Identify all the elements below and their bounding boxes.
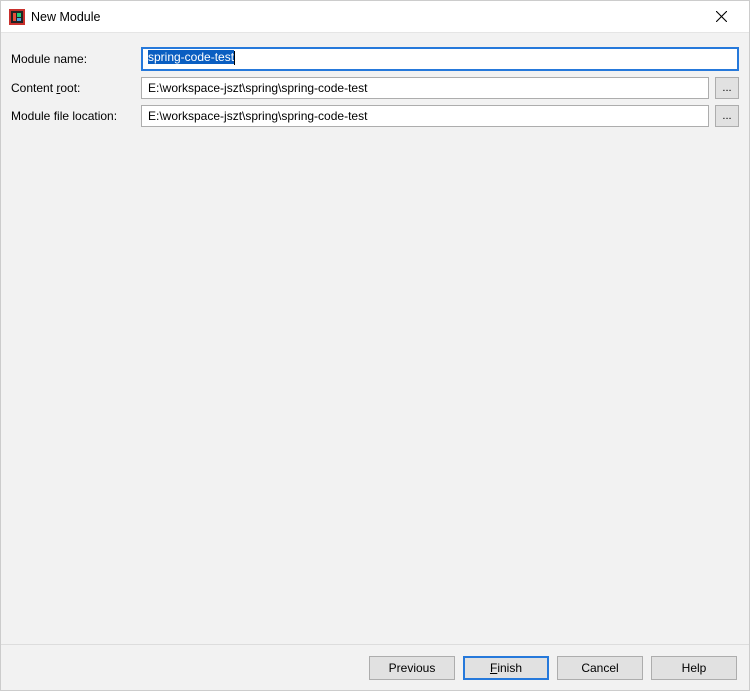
app-icon — [9, 9, 25, 25]
module-file-location-input[interactable]: E:\workspace-jszt\spring\spring-code-tes… — [141, 105, 709, 127]
text-caret — [234, 51, 235, 65]
content-root-browse-button[interactable]: ... — [715, 77, 739, 99]
finish-button[interactable]: Finish — [463, 656, 549, 680]
row-module-file-location: Module file location: E:\workspace-jszt\… — [11, 105, 739, 127]
close-button[interactable] — [701, 3, 741, 31]
dialog-content: Module name: spring-code-test Content ro… — [1, 33, 749, 644]
row-content-root: Content root: E:\workspace-jszt\spring\s… — [11, 77, 739, 99]
previous-button[interactable]: Previous — [369, 656, 455, 680]
module-name-input[interactable]: spring-code-test — [141, 47, 739, 71]
close-icon — [716, 11, 727, 22]
help-button[interactable]: Help — [651, 656, 737, 680]
dialog-footer: Previous Finish Cancel Help — [1, 644, 749, 690]
cancel-button[interactable]: Cancel — [557, 656, 643, 680]
row-module-name: Module name: spring-code-test — [11, 47, 739, 71]
module-file-location-browse-button[interactable]: ... — [715, 105, 739, 127]
titlebar: New Module — [1, 1, 749, 33]
window-title: New Module — [31, 10, 701, 24]
label-content-root: Content root: — [11, 81, 135, 95]
label-module-file-location: Module file location: — [11, 109, 135, 123]
label-module-name: Module name: — [11, 52, 135, 66]
content-root-input[interactable]: E:\workspace-jszt\spring\spring-code-tes… — [141, 77, 709, 99]
